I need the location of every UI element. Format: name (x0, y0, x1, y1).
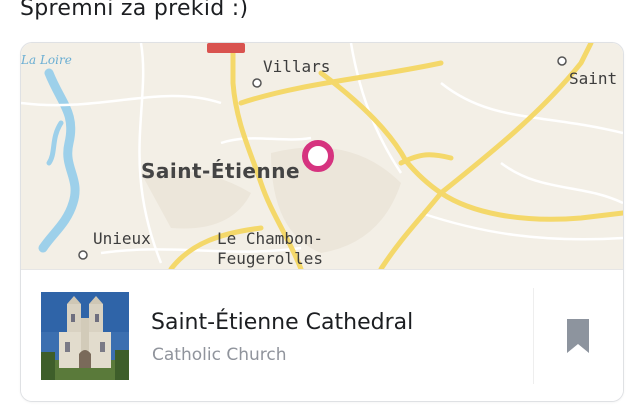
map-view[interactable]: La Loire Villars Saint Saint-Étienne Uni… (21, 43, 623, 269)
river-label: La Loire (21, 53, 72, 67)
place-name[interactable]: Saint-Étienne Cathedral (151, 310, 413, 335)
saint-label: Saint (569, 69, 618, 88)
saint-etienne-label: Saint-Étienne (141, 159, 301, 183)
le-chambon-label: Le Chambon- (217, 229, 323, 248)
unieux-label: Unieux (93, 229, 151, 248)
cathedral-photo[interactable] (41, 292, 129, 380)
location-card[interactable]: La Loire Villars Saint Saint-Étienne Uni… (20, 42, 624, 402)
bookmark-button[interactable] (533, 288, 622, 384)
post-text: Spremni za prekid :) (20, 0, 249, 21)
feugerolles-label: Feugerolles (217, 249, 323, 268)
map-pin-icon[interactable] (301, 139, 335, 173)
villars-label: Villars (263, 57, 331, 76)
place-category: Catholic Church (152, 345, 287, 365)
place-info[interactable]: Saint-Étienne Cathedral Catholic Church (21, 269, 623, 401)
bookmark-icon (567, 319, 589, 353)
